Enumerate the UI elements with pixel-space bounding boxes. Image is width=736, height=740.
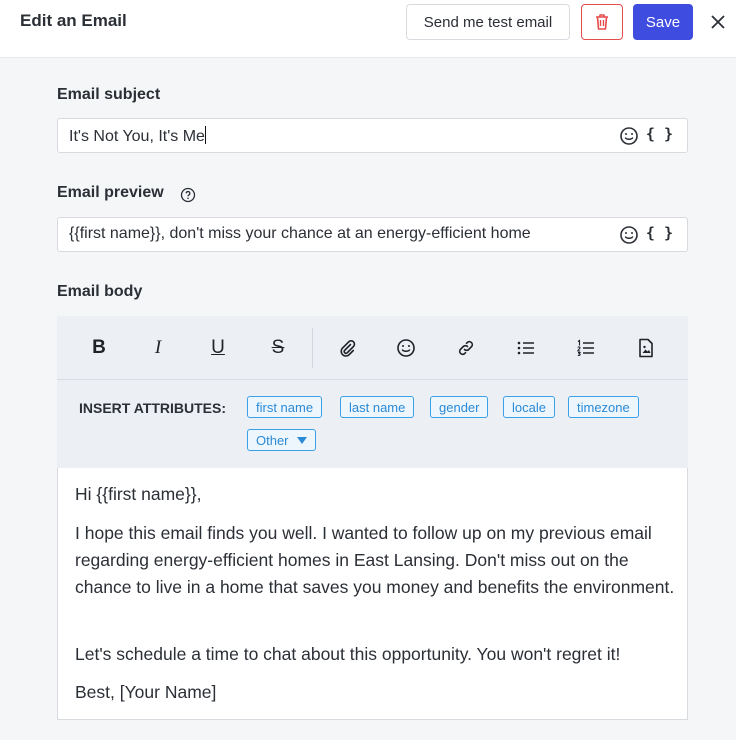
insert-attributes-panel: INSERT ATTRIBUTES: first name last name … xyxy=(57,380,688,468)
text-caret xyxy=(204,126,206,144)
email-preview-field[interactable]: {{first name}}, don't miss your chance a… xyxy=(57,217,688,252)
attribute-chip-first-name[interactable]: first name xyxy=(247,396,323,418)
paperclip-icon xyxy=(340,340,356,357)
toolbar-divider xyxy=(312,328,313,368)
emoji-icon[interactable] xyxy=(619,126,639,146)
attribute-chip-gender[interactable]: gender xyxy=(430,396,489,418)
email-body-editor[interactable]: Hi {{first name}}, I hope this email fin… xyxy=(57,468,688,720)
email-body-label: Email body xyxy=(57,283,143,300)
emoji-icon xyxy=(397,339,415,357)
body-paragraph: Best, [Your Name] xyxy=(75,682,217,702)
attribute-chip-timezone[interactable]: timezone xyxy=(568,396,639,418)
attachment-button[interactable] xyxy=(335,336,359,360)
variable-braces-button[interactable]: { } xyxy=(646,224,673,242)
link-button[interactable] xyxy=(454,336,478,360)
editor-toolbar: B I U S xyxy=(57,316,688,380)
body-paragraph: I hope this email finds you well. I want… xyxy=(75,523,675,597)
email-subject-field[interactable]: It's Not You, It's Me { } xyxy=(57,118,688,153)
save-button[interactable]: Save xyxy=(633,4,693,40)
close-button[interactable] xyxy=(704,8,732,36)
italic-button[interactable]: I xyxy=(146,336,170,360)
help-icon[interactable] xyxy=(180,187,196,203)
underline-button[interactable]: U xyxy=(206,336,230,360)
strikethrough-button[interactable]: S xyxy=(266,336,290,360)
body-paragraph: Let's schedule a time to chat about this… xyxy=(75,644,621,664)
numbered-list-icon xyxy=(577,339,594,357)
header-bar: Edit an Email Send me test email Save xyxy=(0,0,736,58)
attribute-other-dropdown[interactable]: Other xyxy=(247,429,316,451)
emoji-button[interactable] xyxy=(394,336,418,360)
insert-image-button[interactable] xyxy=(634,336,658,360)
send-test-email-button[interactable]: Send me test email xyxy=(406,4,570,40)
caret-down-icon xyxy=(296,436,307,444)
attribute-chip-locale[interactable]: locale xyxy=(503,396,555,418)
delete-button[interactable] xyxy=(581,4,623,40)
file-image-icon xyxy=(639,338,653,358)
bold-button[interactable]: B xyxy=(87,336,111,360)
link-icon xyxy=(458,340,474,356)
email-preview-label: Email preview xyxy=(57,184,164,201)
email-subject-value: It's Not You, It's Me xyxy=(69,128,205,145)
body-paragraph: Hi {{first name}}, xyxy=(75,484,202,504)
email-subject-label: Email subject xyxy=(57,86,161,103)
bullet-list-button[interactable] xyxy=(514,336,538,360)
numbered-list-button[interactable] xyxy=(574,336,598,360)
trash-icon xyxy=(596,14,608,30)
insert-attributes-label: INSERT ATTRIBUTES: xyxy=(79,400,226,416)
attribute-other-label: Other xyxy=(256,432,289,448)
attribute-chip-last-name[interactable]: last name xyxy=(340,396,415,418)
page-title: Edit an Email xyxy=(20,11,127,30)
close-icon xyxy=(711,15,725,29)
variable-braces-button[interactable]: { } xyxy=(646,125,673,143)
emoji-icon[interactable] xyxy=(619,225,639,245)
bullet-list-icon xyxy=(517,341,534,355)
email-preview-value: {{first name}}, don't miss your chance a… xyxy=(69,225,531,242)
